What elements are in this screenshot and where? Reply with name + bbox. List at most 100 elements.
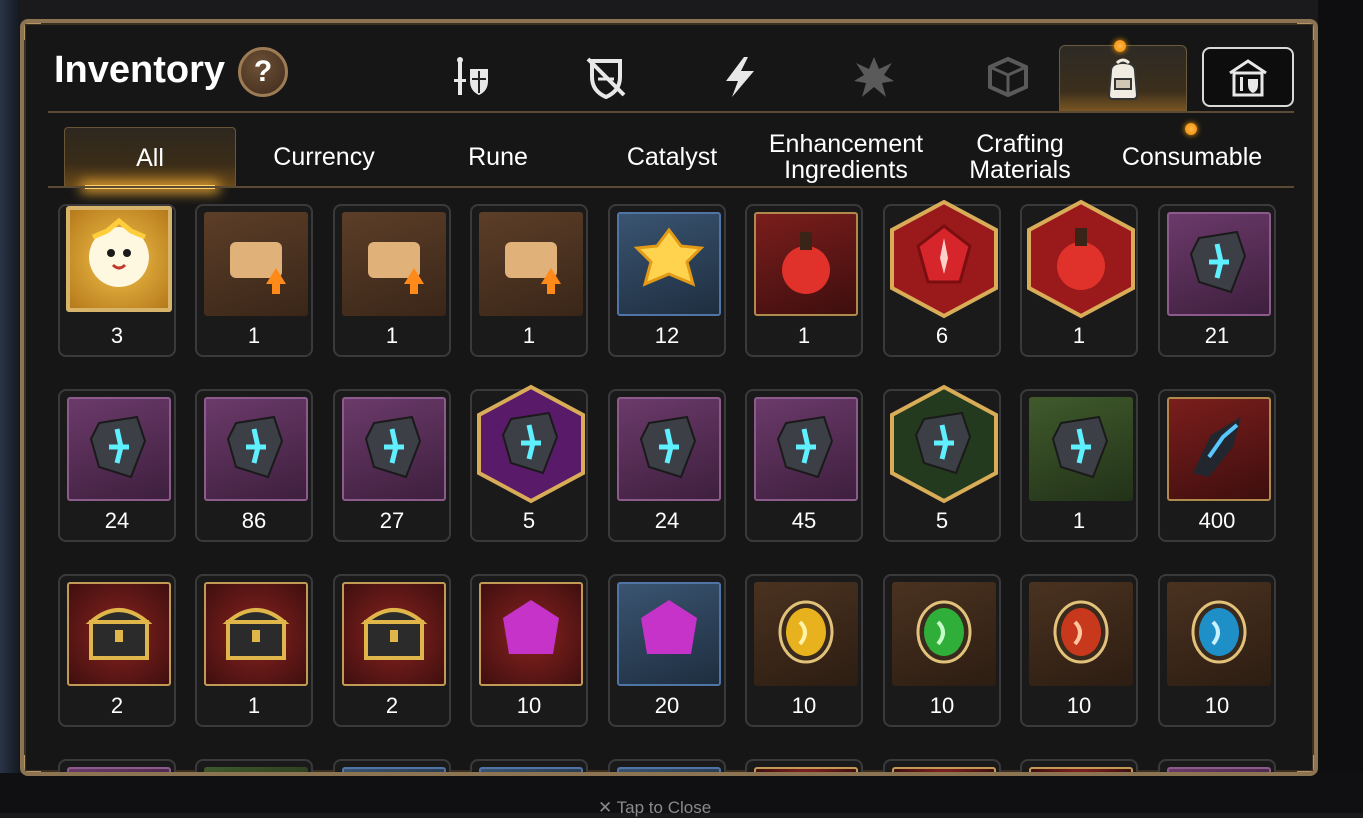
rune-stone-icon [491,403,571,483]
item-frame [1029,397,1133,501]
subtab-currency[interactable]: Currency [238,127,410,187]
inventory-slot-rune-stone-sword[interactable]: 24 [608,389,726,542]
item-count: 10 [1066,693,1092,718]
inventory-slot-red-rune-gem[interactable]: 6 [883,199,1001,357]
item-count: 3 [110,323,124,348]
inventory-slot-partial[interactable] [333,759,451,772]
chest-icon [216,592,296,677]
inventory-slot-upgrade-scroll-rainbow[interactable]: 1 [333,204,451,357]
inventory-slot-partial[interactable] [1020,759,1138,772]
inventory-slot-rune-stone-armor[interactable]: 21 [1158,204,1276,357]
panel-corner-ornament [1297,23,1314,40]
inventory-slot-moon-gem-triangle[interactable]: 20 [608,574,726,727]
item-count: 10 [516,693,542,718]
item-frame [67,582,171,686]
armory-icon [1229,59,1267,97]
inventory-slot-upgrade-scroll-red[interactable]: 1 [195,204,313,357]
inventory-slot-rune-stone-hammer[interactable]: 86 [195,389,313,542]
tab-equipment[interactable] [408,45,536,109]
subtab-consumable[interactable]: Consumable [1106,127,1278,187]
inventory-slot-partial[interactable] [608,759,726,772]
inventory-slot-gold-chest-1[interactable]: 1 [195,574,313,727]
inventory-slot-yellow-orb[interactable]: 10 [745,574,863,727]
inventory-slot-red-orb[interactable]: 10 [1020,574,1138,727]
subtab-rune[interactable]: Rune [412,127,584,187]
inventory-slot-partial[interactable] [195,759,313,772]
tab-skills[interactable] [676,45,804,109]
tab-shards[interactable] [810,45,938,109]
inventory-slot-upgrade-scroll-gold[interactable]: 1 [470,204,588,357]
item-frame [1029,582,1133,686]
subtab-all[interactable]: All [64,127,236,189]
inventory-slot-partial[interactable] [470,759,588,772]
inventory-slot-moon-gem-pentagon[interactable]: 10 [470,574,588,727]
inventory-slot-partial[interactable] [1158,759,1276,772]
inventory-slot-rune-stone-dagger[interactable]: 45 [745,389,863,542]
rune-stone-icon [1041,407,1121,492]
inventory-slot-partial[interactable] [58,759,176,772]
moon-gem-icon [491,592,571,677]
inventory-slot-white-rune-star-hex[interactable]: 5 [883,384,1001,542]
help-button[interactable]: ? [238,47,288,97]
item-count: 2 [385,693,399,718]
item-frame [754,767,858,772]
inventory-slot-dark-shard[interactable]: 400 [1158,389,1276,542]
subtab-enhancement-ingredients[interactable]: Enhancement Ingredients [760,127,932,187]
inventory-slot-mascot-coin[interactable]: 3 [58,204,176,357]
item-count: 1 [247,693,261,718]
item-frame [342,212,446,316]
inventory-slot-pink-potion-flask[interactable]: 1 [1020,199,1138,357]
background-left-strip [0,0,20,813]
gem-icon [904,218,984,298]
item-frame [1167,767,1271,772]
flask-icon [766,222,846,307]
item-count: 1 [1072,323,1086,348]
page-title: Inventory [54,49,226,91]
item-frame [617,397,721,501]
item-frame [67,767,171,772]
knight-shield-icon [454,57,488,95]
scroll-icon [216,222,296,307]
item-frame [1029,767,1133,772]
inventory-slot-rune-stone-boots[interactable]: 24 [58,389,176,542]
item-frame [617,767,721,772]
item-frame [204,397,308,501]
rune-stone-icon [904,403,984,483]
subtab-divider [48,186,1294,188]
item-count: 400 [1198,508,1236,533]
inventory-slot-gold-chest-2[interactable]: 2 [333,574,451,727]
header-divider [48,111,1294,113]
subtab-crafting-materials[interactable]: Crafting Materials [934,127,1106,187]
item-frame [617,212,721,316]
inventory-slot-blue-treasure-chest[interactable]: 2 [58,574,176,727]
subtab-catalyst[interactable]: Catalyst [586,127,758,187]
tab-inventory[interactable] [1059,45,1187,111]
tab-broken-gear[interactable] [542,45,670,109]
inventory-slot-partial[interactable] [745,759,863,772]
item-count: 1 [247,323,261,348]
item-frame [204,767,308,772]
inventory-slot-blue-orb[interactable]: 10 [1158,574,1276,727]
inventory-slot-white-rune-sword[interactable]: 1 [1020,389,1138,542]
item-frame [342,397,446,501]
backpack-icon [1107,58,1139,100]
tab-materials[interactable] [944,45,1072,109]
rune-stone-icon [766,407,846,492]
inventory-slot-gold-crystal-cluster[interactable]: 12 [608,204,726,357]
rune-stone-icon [1179,222,1259,307]
inventory-slot-rune-stone-star-hex[interactable]: 5 [470,384,588,542]
item-frame [204,212,308,316]
inventory-slot-partial[interactable] [883,759,1001,772]
tap-to-close-label[interactable]: ✕ Tap to Close [598,798,711,818]
inventory-slot-green-orb[interactable]: 10 [883,574,1001,727]
item-count: 2 [110,693,124,718]
flask-icon [1041,218,1121,298]
item-count: 6 [935,323,949,348]
inventory-slot-red-potion-flask[interactable]: 1 [745,204,863,357]
item-frame [1167,582,1271,686]
item-frame [479,767,583,772]
item-count: 24 [104,508,130,533]
item-frame [342,767,446,772]
tab-armory[interactable] [1202,47,1294,107]
inventory-slot-rune-stone-swirl[interactable]: 27 [333,389,451,542]
